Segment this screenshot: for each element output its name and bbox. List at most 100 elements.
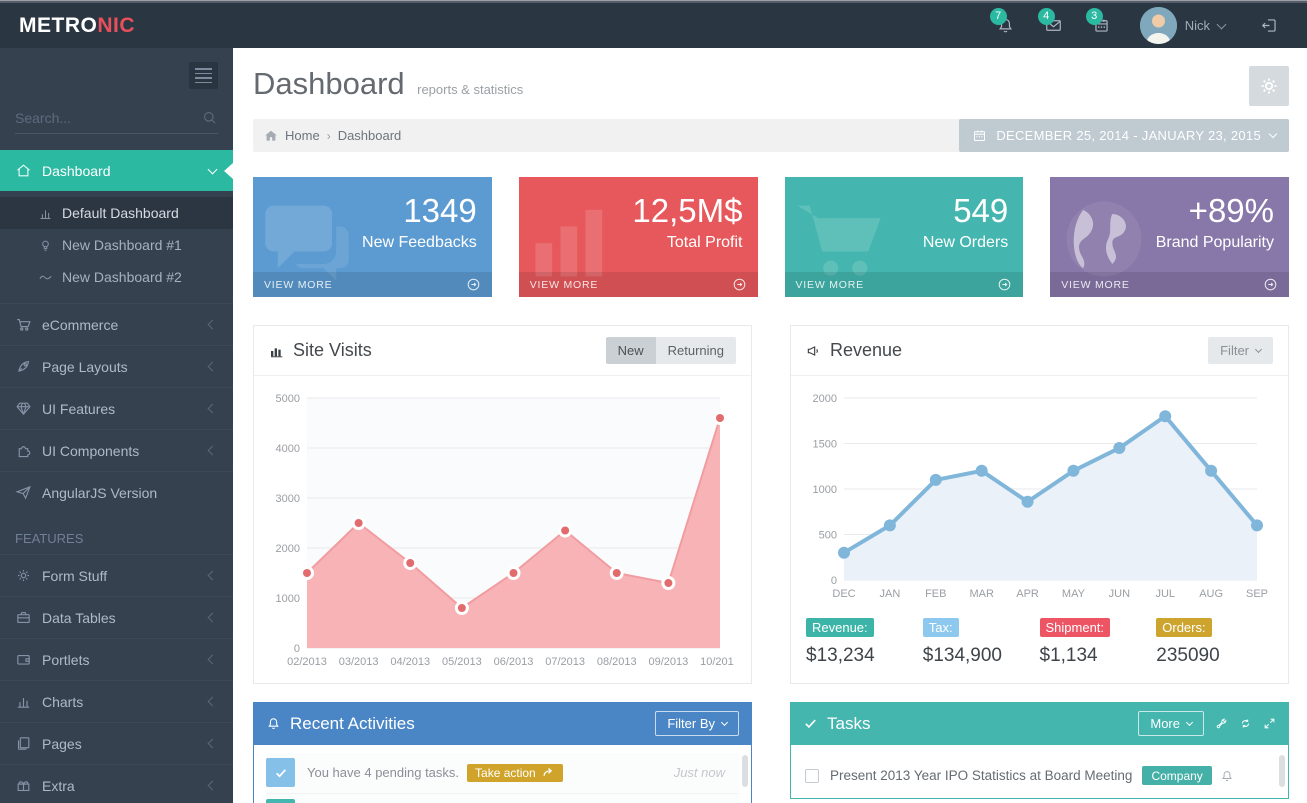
- list-item[interactable]: [266, 794, 739, 803]
- svg-text:AUG: AUG: [1199, 588, 1223, 600]
- sidebar-item-new-dashboard-2[interactable]: New Dashboard #2: [0, 261, 233, 293]
- view-more-link[interactable]: VIEW MORE: [519, 272, 758, 297]
- stat-tile-brand-popularity[interactable]: +89% Brand Popularity VIEW MORE: [1050, 177, 1289, 297]
- view-more-link[interactable]: VIEW MORE: [1050, 272, 1289, 297]
- sidebar-item-page-layouts[interactable]: Page Layouts: [0, 345, 233, 387]
- revenue-filter-dropdown[interactable]: Filter: [1208, 337, 1273, 364]
- svg-text:09/2013: 09/2013: [648, 656, 688, 668]
- notifications-count-badge: 7: [990, 8, 1007, 25]
- stat-tile-new-feedbacks[interactable]: 1349 New Feedbacks VIEW MORE: [253, 177, 492, 297]
- revenue-chart: 0500100015002000DECJANFEBMARAPRMAYJUNJUL…: [806, 388, 1271, 604]
- app-logo[interactable]: METRONIC: [0, 14, 233, 38]
- svg-text:MAR: MAR: [969, 588, 994, 600]
- sidebar-item-dashboard[interactable]: Dashboard: [0, 150, 233, 191]
- briefcase-icon: [15, 609, 32, 626]
- stat-tile-new-orders[interactable]: 549 New Orders VIEW MORE: [785, 177, 1024, 297]
- pages-icon: [15, 735, 32, 752]
- tasks-portlet: Tasks More: [790, 702, 1289, 803]
- date-range-picker[interactable]: DECEMBER 25, 2014 - JANUARY 23, 2015: [959, 119, 1289, 152]
- svg-text:DEC: DEC: [832, 588, 855, 600]
- sidebar-item-data-tables[interactable]: Data Tables: [0, 596, 233, 638]
- task-checkbox[interactable]: [805, 769, 819, 783]
- expand-icon[interactable]: [1263, 717, 1276, 730]
- bar-chart-icon: [269, 343, 285, 359]
- status-badge: Orders:: [1156, 618, 1211, 637]
- view-more-link[interactable]: VIEW MORE: [785, 272, 1024, 297]
- sidebar-item-ui-features[interactable]: UI Features: [0, 387, 233, 429]
- breadcrumb-home-link[interactable]: Home: [285, 128, 320, 143]
- page-settings-button[interactable]: [1249, 66, 1289, 106]
- sidebar-item-ui-components[interactable]: UI Components: [0, 429, 233, 471]
- scrollbar[interactable]: [1279, 755, 1285, 787]
- tab-returning[interactable]: Returning: [656, 337, 736, 364]
- inbox-button[interactable]: 4: [1032, 3, 1076, 48]
- sidebar-item-default-dashboard[interactable]: Default Dashboard: [0, 197, 233, 229]
- logout-button[interactable]: [1247, 3, 1291, 48]
- sidebar-section-heading: FEATURES: [0, 513, 233, 554]
- stat-value: 549: [785, 192, 1009, 230]
- todo-button[interactable]: 3: [1080, 3, 1124, 48]
- sidebar-item-new-dashboard-1[interactable]: New Dashboard #1: [0, 229, 233, 261]
- stat-tile-total-profit[interactable]: 12,5M$ Total Profit VIEW MORE: [519, 177, 758, 297]
- sidebar-item-angularjs-version[interactable]: AngularJS Version: [0, 471, 233, 513]
- portlet-title: Tasks: [803, 714, 870, 734]
- scrollbar[interactable]: [742, 755, 748, 787]
- todo-count-badge: 3: [1086, 8, 1103, 25]
- view-more-link[interactable]: VIEW MORE: [253, 272, 492, 297]
- user-menu[interactable]: Nick: [1128, 7, 1237, 44]
- refresh-icon[interactable]: [1239, 717, 1252, 730]
- svg-text:07/2013: 07/2013: [545, 656, 585, 668]
- portlet-title: Site Visits: [269, 340, 372, 361]
- breadcrumb: Home › Dashboard: [253, 128, 401, 143]
- sidebar-item-extra[interactable]: Extra: [0, 764, 233, 803]
- svg-text:3000: 3000: [276, 493, 300, 505]
- recent-activities-portlet: Recent Activities Filter By You ha: [253, 702, 752, 803]
- topbar-actions: 7 4 3 Nick: [984, 3, 1307, 48]
- svg-text:2000: 2000: [813, 393, 837, 405]
- sidebar-toggler-button[interactable]: [189, 62, 218, 89]
- filter-by-dropdown[interactable]: Filter By: [655, 711, 739, 736]
- svg-text:4000: 4000: [276, 443, 300, 455]
- svg-text:JAN: JAN: [879, 588, 900, 600]
- check-icon: [266, 758, 295, 787]
- sidebar-item-charts[interactable]: Charts: [0, 680, 233, 722]
- bell-icon[interactable]: [1220, 769, 1234, 783]
- date-range-text: DECEMBER 25, 2014 - JANUARY 23, 2015: [996, 128, 1261, 143]
- chevron-down-icon: [1269, 130, 1277, 138]
- sidebar-item-portlets[interactable]: Portlets: [0, 638, 233, 680]
- sidebar-item-form-stuff[interactable]: Form Stuff: [0, 554, 233, 596]
- list-item[interactable]: You have 4 pending tasks. Take action Ju…: [266, 753, 739, 794]
- tab-new[interactable]: New: [606, 337, 656, 364]
- wrench-icon[interactable]: [1215, 717, 1228, 730]
- search-input[interactable]: [15, 110, 201, 126]
- active-item-arrow: [224, 163, 233, 179]
- rocket-icon: [15, 358, 32, 375]
- chevron-left-icon: [208, 697, 218, 707]
- curved-arrow-icon: [542, 766, 555, 779]
- sidebar-item-pages[interactable]: Pages: [0, 722, 233, 764]
- trend-line-icon: [38, 270, 53, 285]
- timestamp: Just now: [674, 765, 725, 780]
- svg-text:FEB: FEB: [925, 588, 946, 600]
- notifications-button[interactable]: 7: [984, 3, 1028, 48]
- svg-text:JUN: JUN: [1109, 588, 1130, 600]
- svg-text:03/2013: 03/2013: [339, 656, 379, 668]
- svg-text:5000: 5000: [276, 393, 300, 405]
- paper-plane-icon: [15, 484, 32, 501]
- visits-tab-group: New Returning: [606, 337, 736, 364]
- chevron-down-icon: [1255, 346, 1262, 353]
- sidebar: Dashboard Default Dashboard New Dashboar…: [0, 48, 233, 803]
- page-bar: Home › Dashboard DECEMBER 25, 2014 - JAN…: [253, 119, 1289, 152]
- page-subtitle: reports & statistics: [417, 82, 523, 97]
- sidebar-search: [15, 109, 218, 134]
- svg-text:1000: 1000: [813, 484, 837, 496]
- gem-icon: [15, 400, 32, 417]
- sidebar-item-ecommerce[interactable]: eCommerce: [0, 303, 233, 345]
- svg-text:JUL: JUL: [1155, 588, 1175, 600]
- more-dropdown[interactable]: More: [1138, 711, 1204, 736]
- take-action-button[interactable]: Take action: [467, 764, 563, 782]
- wallet-icon: [15, 651, 32, 668]
- stat-label: New Orders: [785, 234, 1009, 252]
- svg-text:0: 0: [831, 575, 837, 587]
- home-icon: [15, 162, 32, 179]
